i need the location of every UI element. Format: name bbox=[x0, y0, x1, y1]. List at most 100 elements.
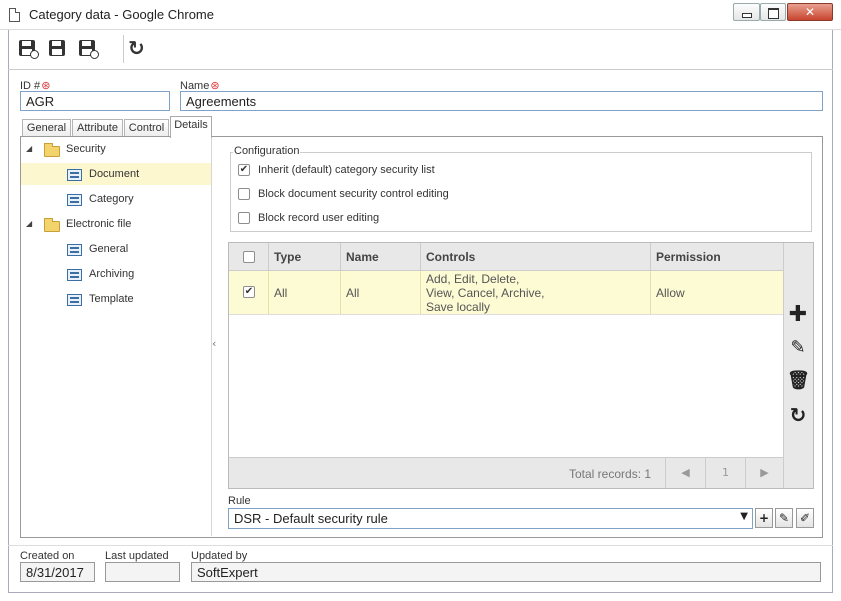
minimize-button[interactable] bbox=[733, 3, 760, 21]
column-header-name[interactable]: Name bbox=[340, 243, 420, 271]
tree-node-security[interactable]: ◢ Security bbox=[21, 138, 211, 160]
column-header-type[interactable]: Type bbox=[268, 243, 340, 271]
rule-select[interactable]: DSR - Default security rule ▼ bbox=[228, 508, 753, 529]
created-label: Created on bbox=[20, 550, 75, 562]
tab-general[interactable]: General bbox=[22, 119, 71, 137]
form-icon bbox=[67, 269, 82, 281]
cell-controls-line: Add, Edit, Delete, bbox=[426, 272, 520, 286]
floppy-close-icon bbox=[79, 40, 99, 59]
save-close-button[interactable] bbox=[76, 38, 100, 60]
add-button[interactable]: ✚ bbox=[787, 302, 809, 327]
save-button[interactable] bbox=[46, 38, 70, 60]
id-field[interactable]: AGR bbox=[20, 91, 170, 111]
form-icon bbox=[67, 194, 82, 206]
edit-icon: ✎ bbox=[778, 511, 790, 525]
rule-label: Rule bbox=[228, 495, 251, 507]
add-icon: ✚ bbox=[788, 302, 808, 327]
folder-icon bbox=[44, 218, 60, 232]
cell-controls-line: Save locally bbox=[426, 300, 491, 314]
cell-type: All bbox=[274, 286, 288, 300]
details-tree: ◢ Security Document Category ◢ Electroni… bbox=[21, 137, 212, 536]
column-header-permission[interactable]: Permission bbox=[650, 243, 783, 271]
tree-node-label: Document bbox=[89, 168, 140, 180]
clear-rule-button[interactable]: ✐ bbox=[796, 508, 814, 528]
tree-node-label: Template bbox=[89, 293, 134, 305]
tree-node-archiving[interactable]: Archiving bbox=[21, 263, 211, 285]
configuration-legend: Configuration bbox=[233, 145, 301, 157]
collapse-panel-icon[interactable]: ‹ bbox=[212, 337, 216, 350]
delete-icon: 🗑 bbox=[787, 370, 810, 391]
select-all-checkbox[interactable] bbox=[243, 251, 255, 263]
prev-page-button[interactable]: ◀ bbox=[665, 458, 705, 488]
tree-node-label: Category bbox=[89, 193, 134, 205]
last-updated-field bbox=[105, 562, 180, 582]
maximize-icon bbox=[761, 4, 785, 20]
updated-by-field: SoftExpert bbox=[191, 562, 821, 582]
window-title: Category data - Google Chrome bbox=[29, 7, 214, 22]
block-security-checkbox[interactable] bbox=[238, 188, 250, 200]
close-icon: ✕ bbox=[804, 5, 816, 19]
created-field: 8/31/2017 bbox=[20, 562, 95, 582]
edit-rule-button[interactable]: ✎ bbox=[775, 508, 793, 528]
dropdown-arrow-icon: ▼ bbox=[740, 511, 748, 522]
tree-node-document[interactable]: Document bbox=[21, 163, 211, 185]
tree-node-label: Security bbox=[66, 143, 106, 155]
block-security-label: Block document security control editing bbox=[258, 188, 449, 200]
edit-button[interactable]: ✎ bbox=[787, 337, 809, 359]
cell-name: All bbox=[346, 286, 360, 300]
cell-permission: Allow bbox=[656, 286, 685, 300]
inherit-checkbox[interactable]: ✔ bbox=[238, 164, 250, 176]
add-rule-button[interactable]: + bbox=[755, 508, 773, 528]
tree-node-template[interactable]: Template bbox=[21, 288, 211, 310]
window-titlebar: Category data - Google Chrome ✕ bbox=[0, 0, 841, 30]
form-icon bbox=[67, 169, 82, 181]
edit-icon: ✎ bbox=[790, 337, 806, 358]
grid-side-toolbar bbox=[783, 243, 813, 488]
tree-node-general[interactable]: General bbox=[21, 238, 211, 260]
form-icon bbox=[67, 244, 82, 256]
minimize-icon bbox=[734, 4, 759, 20]
updated-by-label: Updated by bbox=[191, 550, 248, 562]
save-new-button[interactable] bbox=[16, 38, 40, 60]
floppy-icon bbox=[49, 40, 65, 56]
column-header-controls[interactable]: Controls bbox=[420, 243, 650, 271]
name-field[interactable]: Agreements bbox=[180, 91, 823, 111]
toolbar-separator bbox=[123, 35, 124, 63]
next-page-button[interactable]: ▶ bbox=[745, 458, 783, 488]
page-icon bbox=[9, 8, 20, 22]
inherit-label: Inherit (default) category security list bbox=[258, 164, 435, 176]
form-icon bbox=[67, 294, 82, 306]
cell-controls-line: View, Cancel, Archive, bbox=[426, 286, 545, 300]
tree-node-electronic-file[interactable]: ◢ Electronic file bbox=[21, 213, 211, 235]
refresh-grid-button[interactable]: ↻ bbox=[787, 403, 809, 427]
folder-icon bbox=[44, 143, 60, 157]
grid-footer: Total records: 1 ◀ 1 ▶ bbox=[229, 457, 783, 488]
expand-icon[interactable]: ◢ bbox=[26, 138, 32, 160]
tree-node-label: Electronic file bbox=[66, 218, 132, 230]
last-updated-label: Last updated bbox=[105, 550, 169, 562]
divider bbox=[8, 545, 833, 546]
row-checkbox[interactable]: ✔ bbox=[243, 286, 255, 298]
tab-details[interactable]: Details bbox=[170, 116, 212, 138]
toolbar: ↻ bbox=[8, 30, 833, 70]
maximize-button[interactable] bbox=[760, 3, 786, 21]
tab-attribute[interactable]: Attribute bbox=[72, 119, 123, 137]
delete-button[interactable]: 🗑 bbox=[787, 370, 810, 392]
expand-icon[interactable]: ◢ bbox=[26, 213, 32, 235]
tree-node-label: General bbox=[89, 243, 129, 255]
refresh-button[interactable]: ↻ bbox=[128, 36, 145, 60]
block-user-editing-label: Block record user editing bbox=[258, 212, 380, 224]
eraser-icon: ✐ bbox=[799, 511, 811, 525]
refresh-icon: ↻ bbox=[128, 36, 145, 60]
tab-control[interactable]: Control bbox=[124, 119, 169, 137]
add-icon: + bbox=[758, 511, 770, 525]
tree-node-category[interactable]: Category bbox=[21, 188, 211, 210]
floppy-plus-icon bbox=[19, 40, 39, 59]
rule-select-value: DSR - Default security rule bbox=[234, 511, 388, 526]
refresh-icon: ↻ bbox=[789, 403, 807, 427]
close-window-button[interactable]: ✕ bbox=[787, 3, 833, 21]
total-records: Total records: 1 bbox=[569, 467, 652, 481]
block-user-editing-checkbox[interactable] bbox=[238, 212, 250, 224]
tree-node-label: Archiving bbox=[89, 268, 135, 280]
page-number: 1 bbox=[705, 458, 745, 488]
